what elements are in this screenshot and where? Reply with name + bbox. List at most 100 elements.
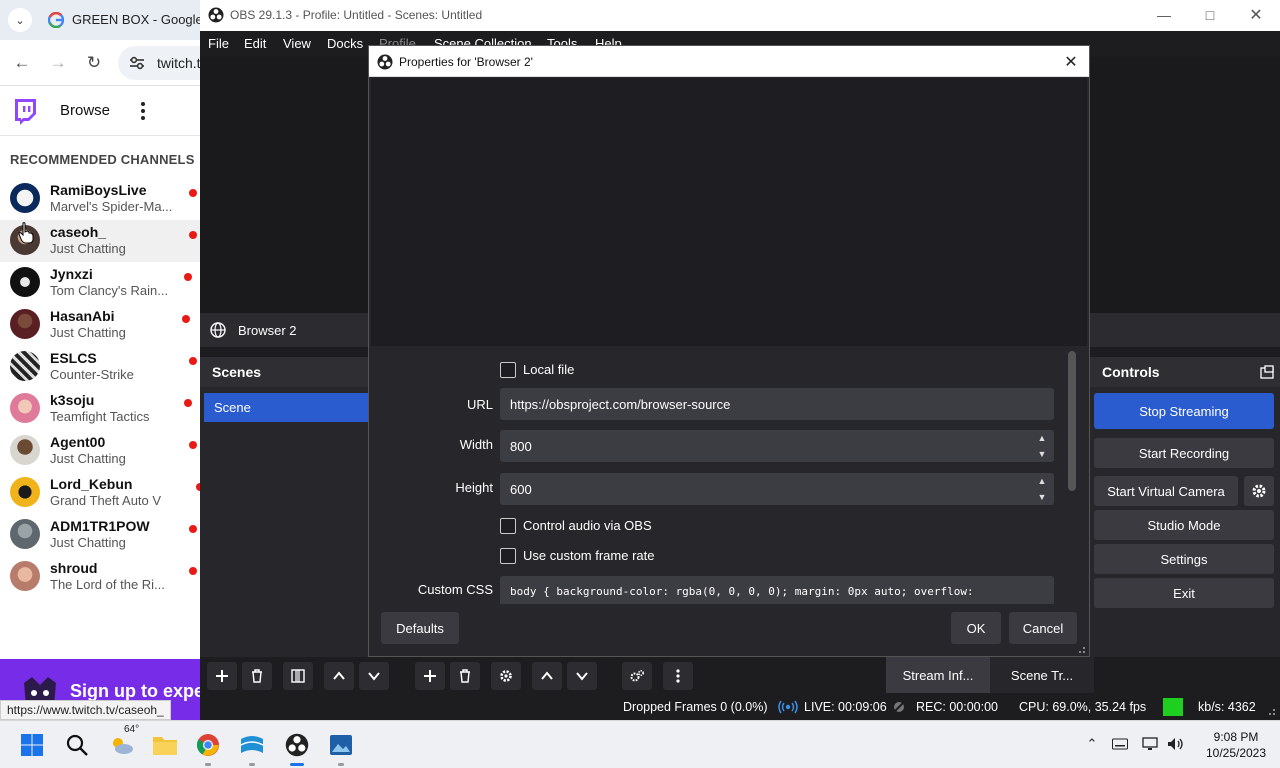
- stream-health-indicator: [1163, 698, 1183, 716]
- tab-scene-transitions[interactable]: Scene Tr...: [990, 657, 1094, 693]
- clock-time[interactable]: 9:08 PM: [1196, 730, 1276, 744]
- spin-down-icon[interactable]: ▼: [1038, 448, 1047, 460]
- studio-mode-button[interactable]: Studio Mode: [1094, 510, 1274, 540]
- ok-button[interactable]: OK: [951, 612, 1001, 644]
- width-spinbox[interactable]: 800 ▲ ▼: [500, 430, 1054, 462]
- channel-name: ADM1TR1POW: [50, 518, 150, 534]
- start-recording-button[interactable]: Start Recording: [1094, 438, 1274, 468]
- clock-date[interactable]: 10/25/2023: [1196, 746, 1276, 760]
- local-file-checkbox[interactable]: [500, 362, 516, 378]
- keyboard-icon[interactable]: [1111, 735, 1129, 753]
- search-button[interactable]: [61, 729, 93, 761]
- channel-avatar: [10, 477, 40, 507]
- channel-category: Just Chatting: [50, 535, 126, 550]
- properties-scrollbar[interactable]: [1068, 351, 1076, 491]
- chrome-button[interactable]: [192, 729, 224, 761]
- show-hidden-icons-chevron-icon[interactable]: ⌃: [1083, 735, 1101, 753]
- obs-titlebar: OBS 29.1.3 - Profile: Untitled - Scenes:…: [200, 0, 1280, 31]
- site-settings-icon[interactable]: [128, 54, 146, 72]
- height-spin-arrows[interactable]: ▲ ▼: [1036, 475, 1048, 503]
- exit-button[interactable]: Exit: [1094, 578, 1274, 608]
- address-bar[interactable]: twitch.tv: [118, 46, 200, 80]
- back-arrow-icon[interactable]: ←: [10, 51, 34, 75]
- channel-name: HasanAbi: [50, 308, 115, 324]
- spin-up-icon[interactable]: ▲: [1038, 475, 1047, 487]
- channel-item[interactable]: k3soju Teamfight Tactics: [0, 388, 200, 430]
- browser-tab-title[interactable]: GREEN BOX - Google Se: [72, 12, 200, 27]
- dropped-frames: Dropped Frames 0 (0.0%): [623, 700, 768, 714]
- source-preview: [371, 78, 1087, 346]
- live-indicator-icon: [184, 273, 192, 281]
- dialog-resize-grip-icon[interactable]: [1076, 644, 1086, 654]
- menu-view[interactable]: View: [283, 36, 311, 51]
- move-source-up-button[interactable]: [532, 662, 562, 690]
- channel-item[interactable]: ADM1TR1POW Just Chatting: [0, 514, 200, 556]
- channel-item[interactable]: Lord_Kebun Grand Theft Auto V: [0, 472, 200, 514]
- remove-scene-button[interactable]: [242, 662, 272, 690]
- app-launcher-button[interactable]: [236, 729, 268, 761]
- channel-avatar: [10, 351, 40, 381]
- menu-file[interactable]: File: [208, 36, 229, 51]
- custom-css-label: Custom CSS: [417, 582, 493, 597]
- channel-item[interactable]: RamiBoysLive Marvel's Spider-Ma...: [0, 178, 200, 220]
- menu-edit[interactable]: Edit: [244, 36, 266, 51]
- maximize-icon[interactable]: □: [1190, 4, 1230, 26]
- obs-status-bar: Dropped Frames 0 (0.0%) LIVE: 00:09:06 R…: [200, 695, 1280, 720]
- resize-grip-icon[interactable]: [1266, 706, 1276, 716]
- reload-icon[interactable]: ↻: [82, 51, 106, 75]
- browse-link[interactable]: Browse: [60, 102, 110, 119]
- defaults-button[interactable]: Defaults: [381, 612, 459, 644]
- channel-item[interactable]: HasanAbi Just Chatting: [0, 304, 200, 346]
- undock-icon[interactable]: [1260, 365, 1274, 379]
- twitch-logo-icon[interactable]: [12, 98, 38, 126]
- scene-list-item[interactable]: Scene: [204, 393, 370, 422]
- channel-item[interactable]: Agent00 Just Chatting: [0, 430, 200, 472]
- move-scene-up-button[interactable]: [324, 662, 354, 690]
- remove-source-button[interactable]: [450, 662, 480, 690]
- chevron-up-icon: [333, 671, 345, 680]
- volume-icon[interactable]: [1167, 735, 1185, 753]
- dialog-close-icon[interactable]: ✕: [1059, 50, 1083, 74]
- photos-button[interactable]: [325, 729, 357, 761]
- width-spin-arrows[interactable]: ▲ ▼: [1036, 432, 1048, 460]
- move-source-down-button[interactable]: [567, 662, 597, 690]
- control-audio-checkbox[interactable]: [500, 518, 516, 534]
- source-properties-button[interactable]: [491, 662, 521, 690]
- channel-item[interactable]: ESLCS Counter-Strike: [0, 346, 200, 388]
- windows-logo-icon: [21, 734, 43, 756]
- height-spinbox[interactable]: 600 ▲ ▼: [500, 473, 1054, 505]
- start-button[interactable]: [16, 729, 48, 761]
- audio-advanced-settings-button[interactable]: [622, 662, 652, 690]
- channel-item[interactable]: Jynxzi Tom Clancy's Rain...: [0, 262, 200, 304]
- add-scene-button[interactable]: [207, 662, 237, 690]
- url-field[interactable]: https://obsproject.com/browser-source: [500, 388, 1054, 420]
- minimize-icon[interactable]: —: [1144, 4, 1184, 26]
- file-explorer-button[interactable]: [149, 729, 181, 761]
- tab-stream-information[interactable]: Stream Inf...: [886, 657, 990, 693]
- custom-css-textarea[interactable]: body { background-color: rgba(0, 0, 0, 0…: [500, 576, 1054, 604]
- settings-button[interactable]: Settings: [1094, 544, 1274, 574]
- spin-down-icon[interactable]: ▼: [1038, 491, 1047, 503]
- stop-streaming-button[interactable]: Stop Streaming: [1094, 393, 1274, 429]
- twitch-header: Browse: [0, 86, 200, 136]
- channel-avatar: [10, 561, 40, 591]
- url-label: URL: [466, 397, 493, 412]
- forward-arrow-icon[interactable]: →: [46, 51, 70, 75]
- more-options-icon[interactable]: [136, 100, 150, 122]
- virtual-camera-settings-button[interactable]: [1244, 476, 1274, 506]
- network-icon[interactable]: [1141, 735, 1159, 753]
- tab-search-dropdown-icon[interactable]: ⌄: [8, 8, 32, 32]
- channel-item[interactable]: shroud The Lord of the Ri...: [0, 556, 200, 598]
- scene-filters-button[interactable]: [283, 662, 313, 690]
- menu-docks[interactable]: Docks: [327, 36, 363, 51]
- add-source-button[interactable]: [415, 662, 445, 690]
- cancel-button[interactable]: Cancel: [1009, 612, 1077, 644]
- obs-taskbar-button[interactable]: [281, 729, 313, 761]
- spin-up-icon[interactable]: ▲: [1038, 432, 1047, 444]
- close-icon[interactable]: ✕: [1236, 4, 1276, 26]
- custom-frame-rate-checkbox[interactable]: [500, 548, 516, 564]
- start-virtual-camera-button[interactable]: Start Virtual Camera: [1094, 476, 1238, 506]
- audio-mixer-menu-button[interactable]: [663, 662, 693, 690]
- move-scene-down-button[interactable]: [359, 662, 389, 690]
- obs-active-indicator: [290, 763, 304, 766]
